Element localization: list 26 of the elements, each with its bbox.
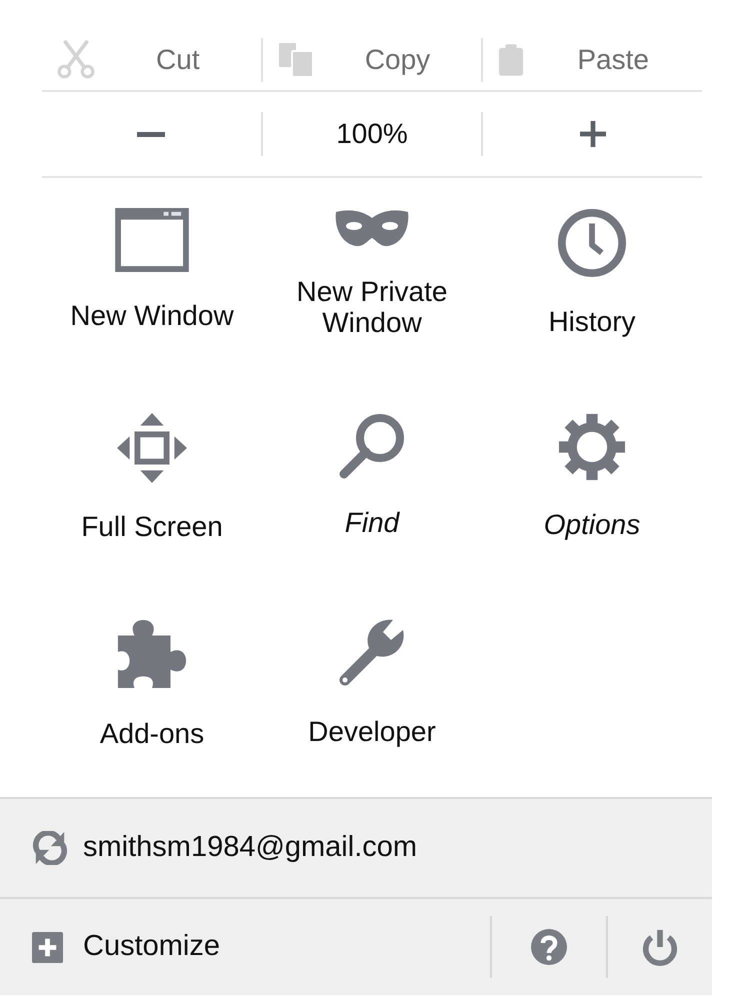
circular-arrows-icon — [33, 831, 67, 865]
plus-icon — [580, 121, 606, 147]
minus-icon — [137, 132, 166, 136]
window-icon — [115, 208, 189, 272]
settings-icon — [558, 413, 626, 481]
help-icon — [531, 929, 567, 965]
power-icon — [641, 928, 679, 966]
mask-icon — [334, 208, 410, 248]
zoom-reset-button[interactable]: 100% — [262, 104, 482, 164]
menu-tool-button[interactable]: Find — [262, 383, 482, 588]
menu-tool-button[interactable]: Full Screen — [42, 383, 262, 588]
clipboard-icon — [498, 42, 524, 78]
menu-tool-button[interactable]: Add-ons — [42, 588, 262, 793]
copy-icon — [278, 42, 314, 78]
fullscreen-icon — [117, 413, 187, 483]
search-icon — [339, 413, 405, 479]
menu-tool-button[interactable]: History — [482, 178, 702, 383]
account-sync-button[interactable]: smithsm1984@gmail.com — [0, 797, 712, 897]
menu-tool-button[interactable]: New Window — [42, 178, 262, 383]
clock-icon — [557, 208, 627, 278]
puzzle-icon — [116, 618, 188, 690]
menu-tool-button[interactable]: Options — [482, 383, 702, 588]
menu-tool-button[interactable]: New Private Window — [262, 178, 482, 383]
menu-tool-button[interactable]: Developer — [262, 588, 482, 793]
add-square-icon — [32, 932, 63, 962]
scissors-icon — [57, 40, 95, 80]
